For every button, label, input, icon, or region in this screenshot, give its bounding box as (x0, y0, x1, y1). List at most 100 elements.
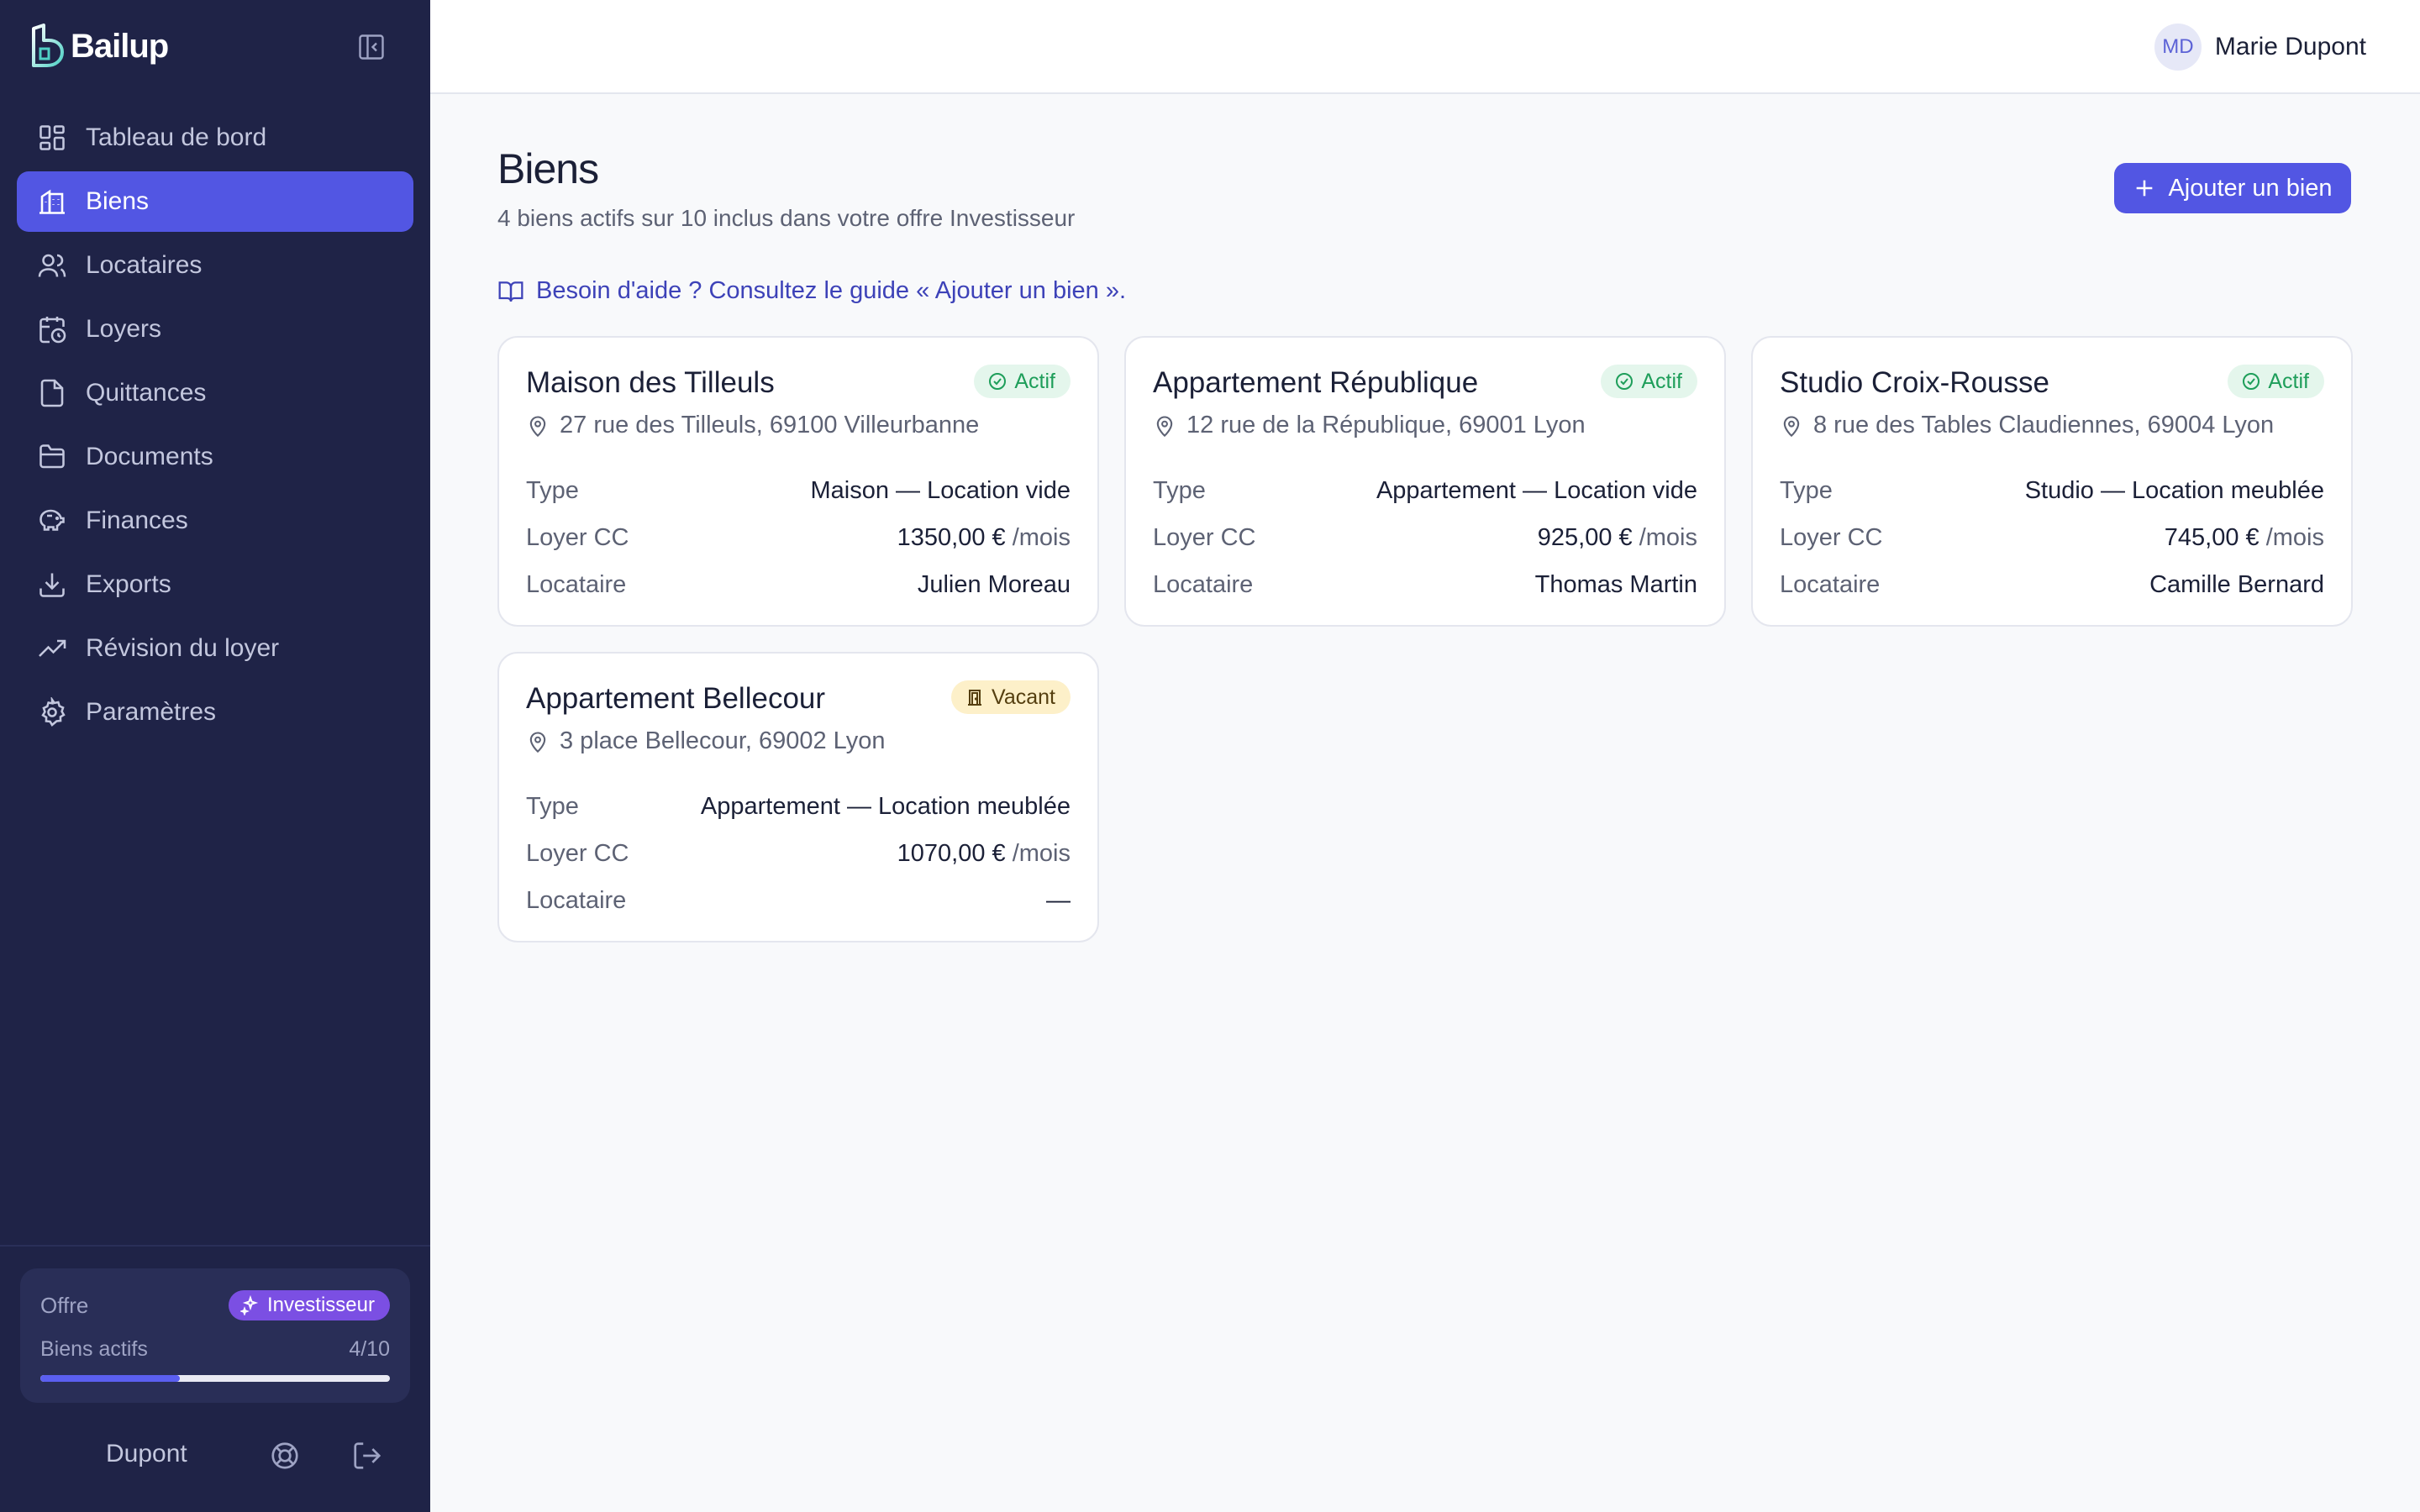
type-label: Type (526, 476, 579, 504)
type-row: Type Appartement — Location vide (1153, 474, 1697, 507)
dashboard-icon (39, 125, 65, 150)
help-lifebuoy-icon[interactable] (269, 1440, 301, 1472)
property-address: 27 rue des Tilleuls, 69100 Villeurbanne (526, 412, 979, 439)
active-properties-count: 4/10 (349, 1337, 390, 1361)
type-row: Type Appartement — Location meublée (526, 790, 1071, 823)
rent-value: 925,00 € /mois (1538, 524, 1697, 552)
plan-header: Offre Investisseur (40, 1290, 390, 1320)
property-card-appartement-republique[interactable]: Appartement République Actif 12 rue de l… (1124, 336, 1726, 627)
settings-icon (41, 697, 66, 727)
check-circle-icon (989, 373, 1007, 390)
rent-amount: 1350,00 € (897, 523, 1006, 551)
plan-badge[interactable]: Investisseur (228, 1290, 390, 1320)
sidebar-nav: Tableau de bord Biens Locataires Loyers … (17, 108, 413, 746)
tenant-label: Locataire (1153, 570, 1254, 598)
rent-amount: 745,00 € (2164, 523, 2260, 551)
sidebar-item-exports[interactable]: Exports (17, 554, 413, 615)
active-properties-label: Biens actifs (40, 1337, 148, 1361)
sidebar-item-quittances[interactable]: Quittances (17, 363, 413, 423)
property-card-studio-croix-rousse[interactable]: Studio Croix-Rousse Actif 8 rue des Tabl… (1751, 336, 2353, 627)
address-text: 3 place Bellecour, 69002 Lyon (560, 727, 886, 754)
type-value: Studio — Location meublée (2024, 476, 2324, 504)
page-title: Biens (497, 145, 599, 192)
check-circle-icon (2243, 373, 2260, 390)
sidebar-item-label: Quittances (86, 379, 207, 407)
tenant-row: Locataire Camille Bernard (1780, 568, 2324, 601)
sidebar-item-label: Finances (86, 507, 188, 534)
status-badge: Actif (2228, 365, 2324, 398)
property-address: 8 rue des Tables Claudiennes, 69004 Lyon (1780, 412, 2274, 439)
rent-label: Loyer CC (1780, 523, 1883, 551)
rent-label: Loyer CC (526, 523, 629, 551)
map-pin-icon (529, 416, 546, 437)
type-label: Type (526, 792, 579, 820)
rent-row: Loyer CC 925,00 € /mois (1153, 521, 1697, 554)
sidebar-item-locataires[interactable]: Locataires (17, 235, 413, 296)
property-name: Appartement République (1153, 366, 1479, 399)
address-text: 12 rue de la République, 69001 Lyon (1186, 412, 1586, 438)
rent-value: 1070,00 € /mois (897, 840, 1071, 868)
add-property-button[interactable]: Ajouter un bien (2114, 163, 2351, 213)
account-name[interactable]: Dupont (106, 1440, 187, 1468)
type-label: Type (1780, 476, 1833, 504)
property-card-appartement-bellecour[interactable]: Appartement Bellecour Vacant 3 place Bel… (497, 652, 1099, 942)
sidebar-collapse-icon[interactable] (356, 32, 387, 62)
property-card-maison-des-tilleuls[interactable]: Maison des Tilleuls Actif 27 rue des Til… (497, 336, 1099, 627)
sidebar-item-loyers[interactable]: Loyers (17, 299, 413, 360)
map-pin-icon (1156, 416, 1173, 437)
rent-unit: /mois (2265, 523, 2324, 551)
property-address: 3 place Bellecour, 69002 Lyon (526, 727, 886, 755)
sidebar-item-parametres[interactable]: Paramètres (17, 682, 413, 743)
status-badge: Actif (974, 365, 1071, 398)
tenant-value: Julien Moreau (917, 570, 1071, 598)
map-pin-icon (1783, 416, 1800, 437)
book-open-icon (498, 281, 523, 302)
plan-usage: Biens actifs 4/10 (40, 1337, 390, 1362)
rent-amount: 1070,00 € (897, 839, 1006, 867)
download-icon (39, 573, 65, 597)
rent-unit: /mois (1012, 839, 1071, 867)
map-pin-icon (529, 732, 546, 753)
tenant-row: Locataire Thomas Martin (1153, 568, 1697, 601)
building-icon (39, 189, 65, 214)
type-label: Type (1153, 476, 1206, 504)
door-icon (968, 690, 982, 706)
rent-unit: /mois (1012, 523, 1071, 551)
status-badge: Actif (1601, 365, 1697, 398)
sidebar-divider (0, 1245, 430, 1247)
avatar[interactable]: MD (2154, 24, 2202, 71)
sidebar-item-label: Loyers (86, 315, 162, 343)
folder-icon (39, 444, 65, 469)
user-name[interactable]: Marie Dupont (2215, 33, 2366, 61)
file-icon (40, 379, 64, 407)
tenant-row: Locataire — (526, 884, 1071, 917)
logout-icon[interactable] (351, 1440, 383, 1472)
rent-label: Loyer CC (526, 839, 629, 867)
sidebar-item-tableau-de-bord[interactable]: Tableau de bord (17, 108, 413, 168)
status-label: Actif (1014, 369, 1055, 393)
property-name: Appartement Bellecour (526, 682, 826, 715)
rent-row: Loyer CC 1350,00 € /mois (526, 521, 1071, 554)
sidebar-item-biens[interactable]: Biens (17, 171, 413, 232)
app-name: Bailup (71, 27, 169, 65)
sidebar-item-label: Biens (86, 187, 150, 215)
sidebar-item-label: Locataires (86, 251, 203, 279)
sidebar-item-revision-du-loyer[interactable]: Révision du loyer (17, 618, 413, 679)
logo-icon (32, 24, 64, 67)
property-address: 12 rue de la République, 69001 Lyon (1153, 412, 1586, 439)
tenant-value: — (1046, 886, 1071, 914)
sidebar-item-finances[interactable]: Finances (17, 491, 413, 551)
tenant-label: Locataire (526, 570, 627, 598)
plus-icon (2137, 180, 2153, 197)
type-row: Type Maison — Location vide (526, 474, 1071, 507)
sparkles-icon (239, 1295, 259, 1315)
plan-progress-bar (40, 1375, 390, 1382)
sidebar-item-label: Exports (86, 570, 171, 598)
add-property-label: Ajouter un bien (2168, 174, 2333, 202)
rent-amount: 925,00 € (1537, 523, 1633, 551)
app-logo[interactable]: Bailup (29, 24, 169, 69)
user-menu[interactable]: MD Marie Dupont (2154, 24, 2366, 71)
sidebar-item-documents[interactable]: Documents (17, 427, 413, 487)
help-guide-link[interactable]: Besoin d'aide ? Consultez le guide « Ajo… (497, 277, 1126, 305)
rent-value: 1350,00 € /mois (897, 524, 1071, 552)
